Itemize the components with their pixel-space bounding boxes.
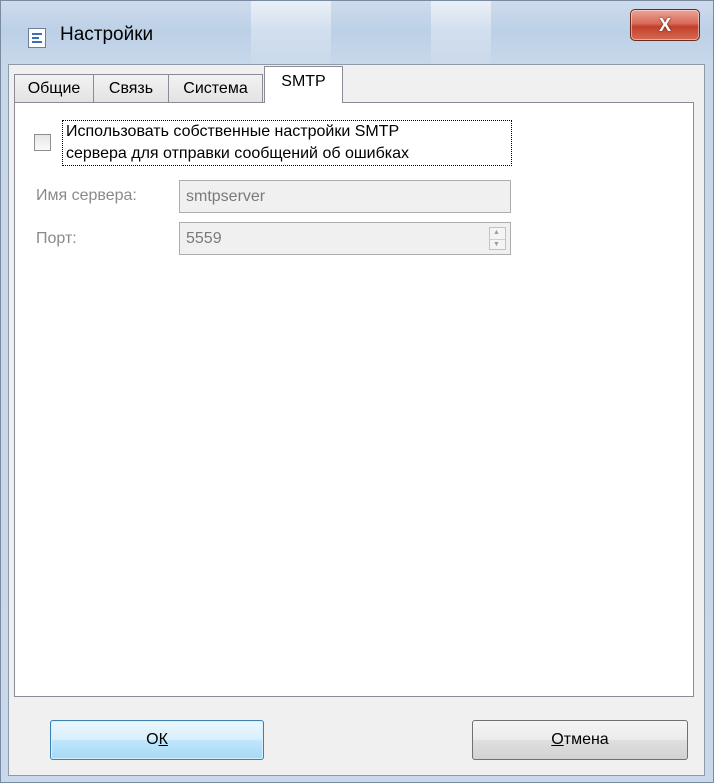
spin-down-icon[interactable]: ▼ [490, 238, 505, 250]
port-numeric-input[interactable]: 5559 ▲ ▼ [179, 222, 511, 255]
cancel-button[interactable]: Отмена [472, 720, 688, 760]
cancel-mnemonic: О [551, 731, 564, 748]
settings-dialog-icon [28, 28, 46, 48]
ok-label: О [146, 731, 159, 748]
server-name-input[interactable]: smtpserver [179, 180, 511, 213]
ok-button[interactable]: ОК [50, 720, 264, 760]
port-spinner[interactable]: ▲ ▼ [489, 227, 506, 250]
tab-connection[interactable]: Связь [93, 74, 169, 102]
close-button[interactable]: X [630, 9, 700, 41]
spin-up-icon[interactable]: ▲ [490, 228, 505, 239]
tab-strip: Общие Связь Система SMTP [14, 66, 694, 103]
close-icon: X [658, 15, 671, 35]
checkbox-label-line-1: Использовать собственные настройки SMTP [66, 123, 400, 140]
use-custom-smtp-checkbox[interactable] [34, 134, 51, 151]
use-custom-smtp-label[interactable]: Использовать собственные настройки SMTP … [62, 120, 512, 166]
port-label: Порт: [36, 230, 77, 247]
checkbox-label-line-2: сервера для отправки сообщений об ошибка… [66, 145, 410, 162]
cancel-label: тмена [563, 731, 609, 748]
window-title: Настройки [60, 24, 154, 45]
tab-smtp[interactable]: SMTP [264, 66, 343, 103]
port-value: 5559 [186, 230, 222, 247]
tab-general[interactable]: Общие [14, 74, 94, 102]
ok-mnemonic: К [158, 731, 168, 748]
server-name-label: Имя сервера: [36, 187, 137, 204]
tab-system[interactable]: Система [168, 74, 263, 102]
title-bar[interactable]: Настройки X [0, 0, 712, 64]
